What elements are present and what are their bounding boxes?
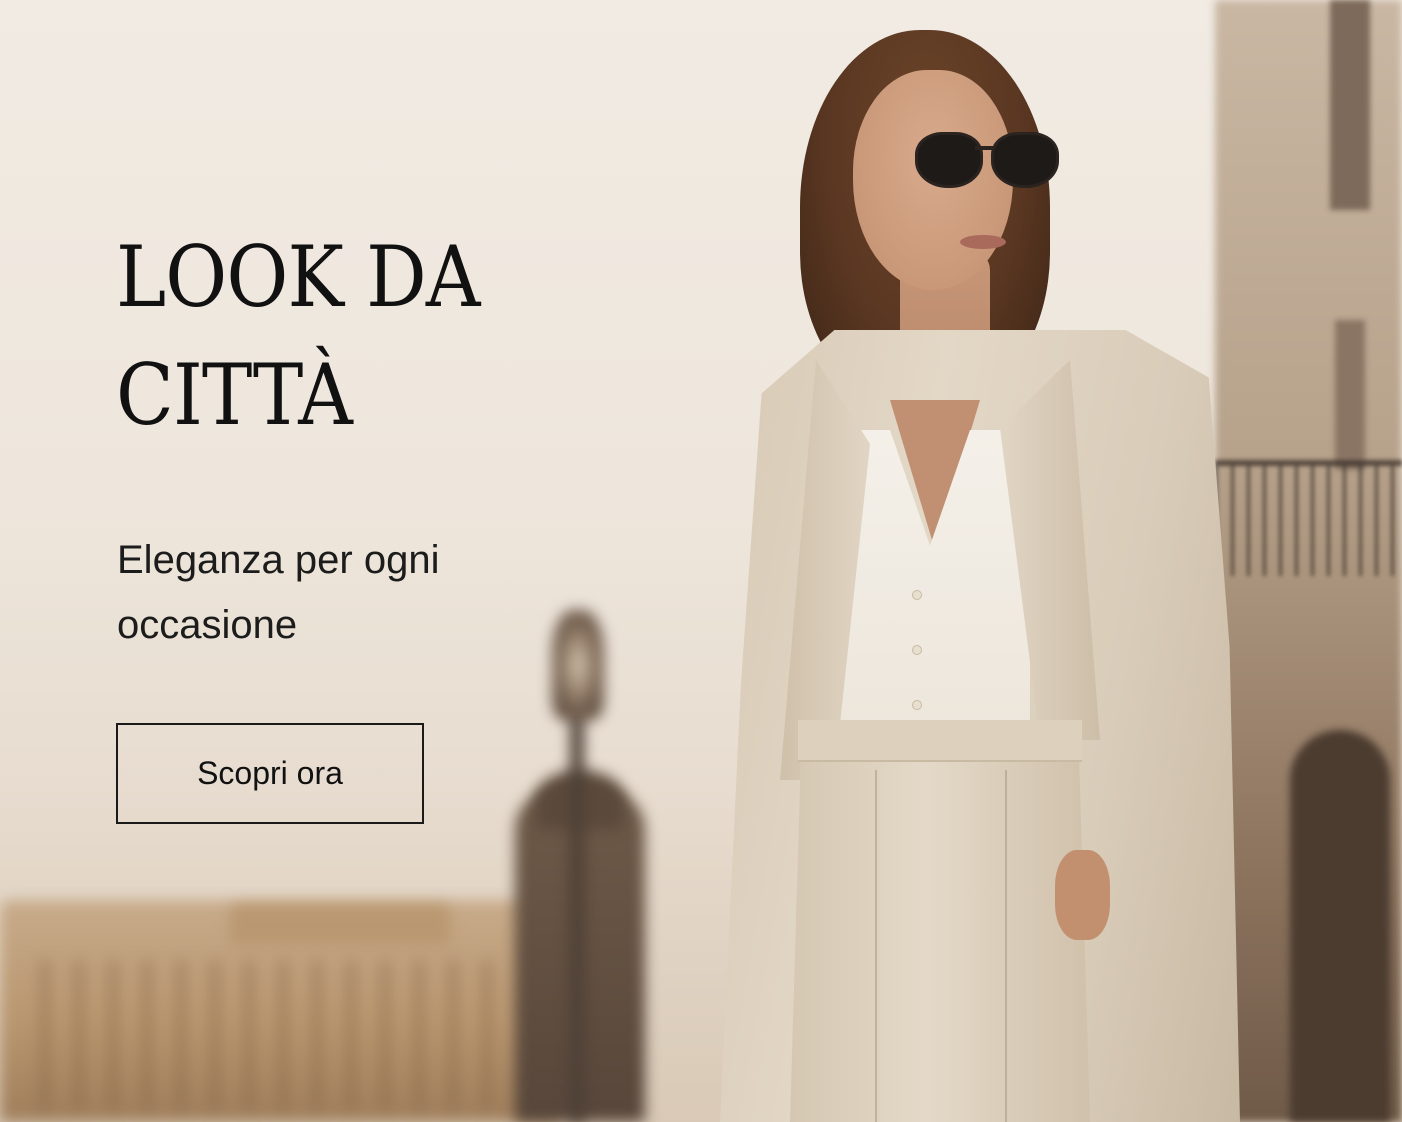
sunglasses-lens-right	[991, 132, 1059, 188]
model-lips	[960, 235, 1006, 249]
trousers-waistband	[798, 720, 1082, 762]
hero-subheadline: Eleganza per ogni occasione	[117, 528, 537, 658]
subheadline-line-2: occasione	[117, 603, 298, 647]
background-arch	[1290, 730, 1390, 1122]
sunglasses	[915, 132, 1059, 192]
model-hand	[1055, 850, 1110, 940]
sunglasses-lens-left	[915, 132, 983, 188]
street-lamp-head	[552, 610, 604, 720]
hero-banner: LOOK DA CITTÀ Eleganza per ogni occasion…	[0, 0, 1402, 1122]
pleated-trousers	[790, 720, 1090, 1122]
discover-now-button[interactable]: Scopri ora	[116, 723, 424, 824]
background-facade-window	[1330, 0, 1370, 210]
trousers-crease	[1005, 770, 1007, 1122]
background-facade-window	[1335, 320, 1365, 470]
hero-headline: LOOK DA CITTÀ	[116, 218, 584, 454]
subheadline-line-1: Eleganza per ogni	[117, 538, 440, 582]
headline-line-2: CITTÀ	[116, 346, 353, 444]
background-building-roof	[230, 905, 450, 945]
headline-line-1: LOOK DA	[116, 228, 480, 326]
model-photo	[660, 30, 1260, 1122]
background-windows	[40, 960, 500, 1110]
trousers-crease	[875, 770, 877, 1122]
